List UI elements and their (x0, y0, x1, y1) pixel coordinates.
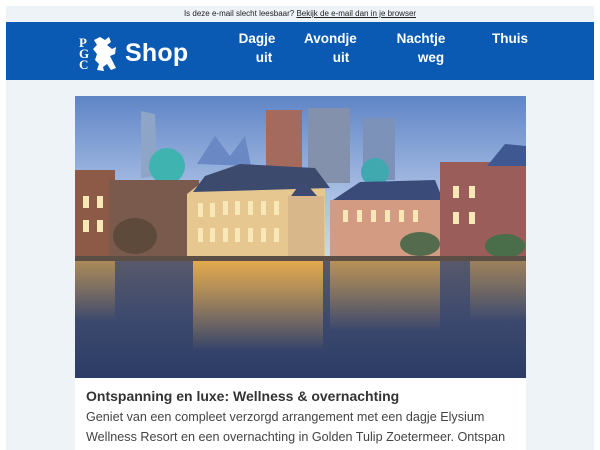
nav-label-line1: Thuis (492, 31, 528, 46)
preheader: Is deze e-mail slecht leesbaar? Bekijk d… (6, 6, 594, 22)
nav-avondje-uit[interactable]: Avondje uit (304, 29, 357, 67)
hague-skyline-photo[interactable] (75, 96, 526, 378)
preheader-text: Is deze e-mail slecht leesbaar? (183, 9, 295, 18)
nav-label-line1: Nachtje (396, 31, 446, 46)
email-frame: Is deze e-mail slecht leesbaar? Bekijk d… (6, 6, 594, 450)
nav-dagje-uit[interactable]: Dagje uit (237, 29, 277, 67)
nav-nachtje-weg[interactable]: Nachtje weg (395, 29, 447, 67)
logo-letter-c: C (79, 57, 88, 72)
pgc-logo[interactable]: P G C (78, 34, 118, 72)
article-title[interactable]: Ontspanning en luxe: Wellness & overnach… (86, 388, 399, 404)
article-body: Geniet van een compleet verzorgd arrange… (86, 410, 506, 444)
header-bar: P G C Shop Dagje uit Avondje uit Nachtje… (6, 22, 594, 80)
nav-label-line2: uit (332, 50, 350, 65)
lion-icon (93, 37, 116, 71)
shop-brand[interactable]: Shop (125, 39, 188, 68)
view-in-browser-link[interactable]: Bekijk de e-mail dan in je browser (296, 9, 416, 18)
nav-thuis[interactable]: Thuis (490, 29, 530, 48)
nav-label-line1: Avondje (304, 31, 357, 46)
nav-label-line1: Dagje (238, 31, 276, 46)
nav-label-line2: uit (255, 50, 273, 65)
article-card: Ontspanning en luxe: Wellness & overnach… (75, 96, 526, 450)
nav-label-line2: weg (417, 50, 445, 65)
